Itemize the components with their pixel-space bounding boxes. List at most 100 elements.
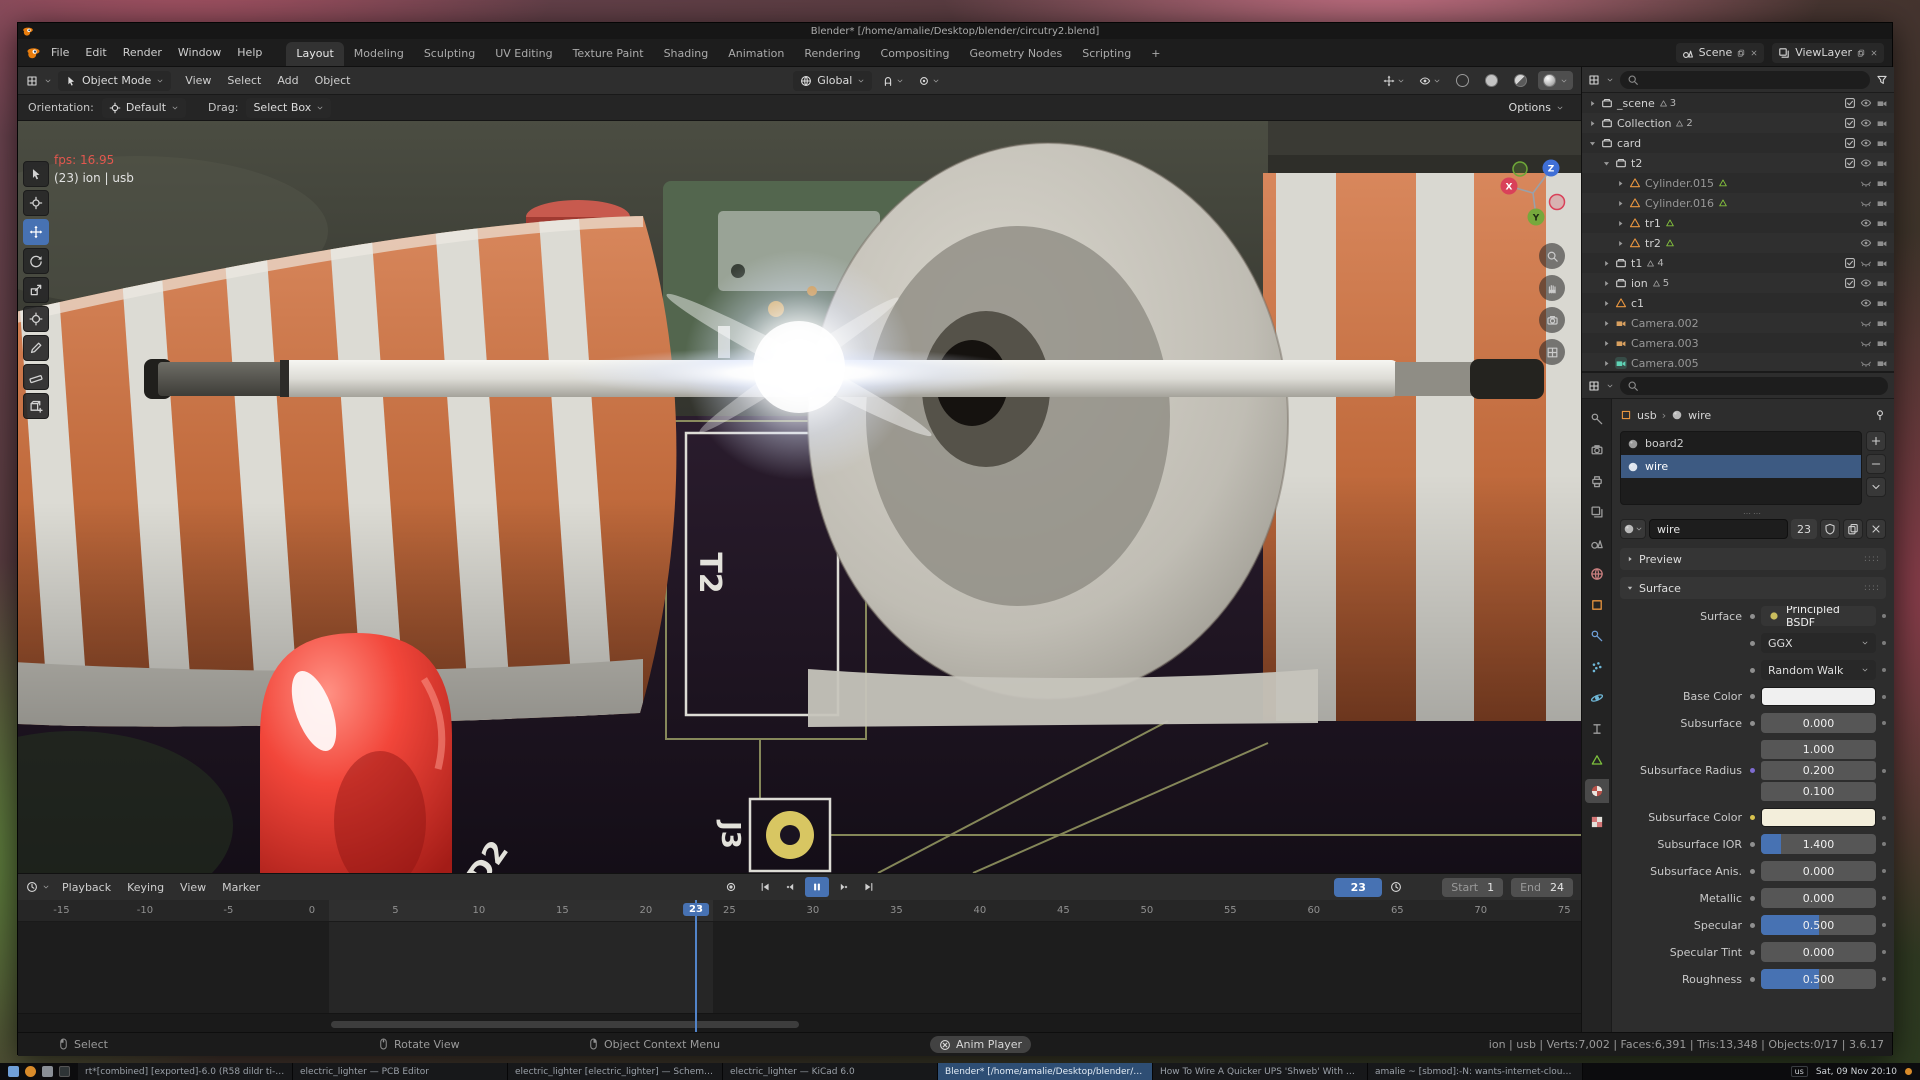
timeline-channels[interactable] <box>18 922 1581 1033</box>
value-slider[interactable]: 0.000 <box>1761 713 1876 733</box>
disable-render-icon[interactable] <box>1876 317 1888 329</box>
outliner-row-cylinder.015[interactable]: Cylinder.015 <box>1582 173 1894 193</box>
next-keyframe-button[interactable] <box>831 877 855 897</box>
menu-help[interactable]: Help <box>229 43 270 62</box>
viewlayer-new-icon[interactable] <box>1857 49 1865 57</box>
timeline-menu-marker[interactable]: Marker <box>214 878 268 897</box>
viewlayer-unlink-icon[interactable] <box>1870 49 1878 57</box>
hidden-viewport-icon[interactable] <box>1860 197 1872 209</box>
disable-render-icon[interactable] <box>1876 237 1888 249</box>
properties-editor-chevron-icon[interactable] <box>1606 382 1614 390</box>
frame-end-field[interactable]: End24 <box>1511 878 1573 897</box>
hidden-viewport-icon[interactable] <box>1860 257 1872 269</box>
number-field[interactable]: 0.200 <box>1761 761 1876 780</box>
value-slider[interactable]: 0.500 <box>1761 969 1876 989</box>
animate-dot[interactable] <box>1750 815 1755 820</box>
navigation-gizmo[interactable]: X Y Z <box>1495 155 1571 231</box>
tab-texture-paint[interactable]: Texture Paint <box>563 42 654 66</box>
drag-select[interactable]: Select Box <box>246 98 331 118</box>
decorator-dot[interactable] <box>1882 695 1886 699</box>
viewport-3d[interactable]: T2 J3 D2 <box>18 121 1581 873</box>
slot-specials-button[interactable] <box>1866 477 1886 497</box>
timeline-editor-icon[interactable] <box>26 881 38 893</box>
remove-slot-button[interactable] <box>1866 454 1886 474</box>
menu-window[interactable]: Window <box>170 43 229 62</box>
expander-icon[interactable] <box>1588 119 1597 128</box>
decorator-dot[interactable] <box>1882 842 1886 846</box>
outliner-row-c1[interactable]: c1 <box>1582 293 1894 313</box>
tool-rotate[interactable] <box>23 248 49 274</box>
terminal-icon[interactable] <box>59 1066 70 1077</box>
frame-start-field[interactable]: Start1 <box>1442 878 1503 897</box>
stop-player-icon[interactable] <box>939 1039 951 1051</box>
properties-tab-physics[interactable] <box>1585 686 1609 710</box>
decorator-dot[interactable] <box>1882 950 1886 954</box>
playhead-frame-badge[interactable]: 23 <box>683 903 709 916</box>
shading-solid-button[interactable] <box>1480 71 1503 90</box>
timeline-editor-chevron-icon[interactable] <box>42 883 50 891</box>
taskbar-window-3[interactable]: electric_lighter — KiCad 6.0 <box>723 1063 938 1080</box>
properties-tab-constraints[interactable] <box>1585 717 1609 741</box>
outliner-row-collection[interactable]: Collection2 <box>1582 113 1894 133</box>
animate-dot[interactable] <box>1750 614 1755 619</box>
material-slot-board2[interactable]: board2 <box>1621 432 1861 455</box>
decorator-dot[interactable] <box>1882 721 1886 725</box>
viewport-menu-object[interactable]: Object <box>307 71 359 90</box>
properties-tab-material[interactable] <box>1585 779 1609 803</box>
animate-dot[interactable] <box>1750 923 1755 928</box>
pause-button[interactable] <box>805 877 829 897</box>
disable-render-icon[interactable] <box>1876 197 1888 209</box>
menu-file[interactable]: File <box>43 43 77 62</box>
viewlayer-selector[interactable]: ViewLayer <box>1772 43 1884 63</box>
properties-tab-render[interactable] <box>1585 438 1609 462</box>
playhead[interactable] <box>695 900 697 1032</box>
decorator-dot[interactable] <box>1882 668 1886 672</box>
timeline-menu-keying[interactable]: Keying <box>119 878 172 897</box>
menu-render[interactable]: Render <box>115 43 170 62</box>
material-users-count[interactable]: 23 <box>1791 519 1817 539</box>
shader-node-button[interactable]: Principled BSDF <box>1761 606 1876 626</box>
tab-scripting[interactable]: Scripting <box>1072 42 1141 66</box>
disable-render-icon[interactable] <box>1876 357 1888 369</box>
tab-uv-editing[interactable]: UV Editing <box>485 42 562 66</box>
perspective-toggle-button[interactable] <box>1539 339 1565 365</box>
properties-tab-object-data[interactable] <box>1585 748 1609 772</box>
outliner-search-input[interactable] <box>1620 71 1870 89</box>
tool-move[interactable] <box>23 219 49 245</box>
expander-icon[interactable] <box>1602 159 1611 168</box>
tool-scale[interactable] <box>23 277 49 303</box>
breadcrumb-material[interactable]: wire <box>1688 409 1711 422</box>
orientation-default-select[interactable]: Default <box>102 98 186 118</box>
tab-shading[interactable]: Shading <box>654 42 719 66</box>
list-resize-grip[interactable]: …… <box>1620 505 1886 517</box>
snap-toggle[interactable] <box>878 73 908 89</box>
animate-dot[interactable] <box>1750 896 1755 901</box>
value-slider[interactable]: 0.000 <box>1761 861 1876 881</box>
tool-tweak[interactable] <box>23 161 49 187</box>
value-slider[interactable]: 1.400 <box>1761 834 1876 854</box>
proportional-edit-toggle[interactable] <box>914 73 944 89</box>
jump-end-button[interactable] <box>857 877 881 897</box>
shading-wireframe-button[interactable] <box>1451 71 1474 90</box>
pin-icon[interactable] <box>1874 409 1886 421</box>
timeline-scrollbar[interactable] <box>331 1021 800 1028</box>
app-menu-icon[interactable] <box>8 1066 19 1077</box>
hide-viewport-icon[interactable] <box>1860 97 1872 109</box>
preview-range-clock-icon[interactable] <box>1390 881 1402 893</box>
animate-dot[interactable] <box>1750 641 1755 646</box>
visibility-checkbox[interactable] <box>1844 277 1856 289</box>
material-name-field[interactable]: wire <box>1649 519 1788 539</box>
shading-material-button[interactable] <box>1509 71 1532 90</box>
animate-dot[interactable] <box>1750 694 1755 699</box>
disable-render-icon[interactable] <box>1876 97 1888 109</box>
tab-animation[interactable]: Animation <box>718 42 794 66</box>
color-swatch[interactable] <box>1761 687 1876 706</box>
hide-viewport-icon[interactable] <box>1860 157 1872 169</box>
options-dropdown[interactable]: Options <box>1502 98 1571 118</box>
properties-tab-particles[interactable] <box>1585 655 1609 679</box>
expander-icon[interactable] <box>1588 139 1597 148</box>
tool-measure[interactable] <box>23 364 49 390</box>
window-titlebar[interactable]: Blender* [/home/amalie/Desktop/blender/c… <box>18 23 1892 39</box>
expander-icon[interactable] <box>1616 199 1625 208</box>
preview-panel-header[interactable]: Preview :::: <box>1620 548 1886 570</box>
